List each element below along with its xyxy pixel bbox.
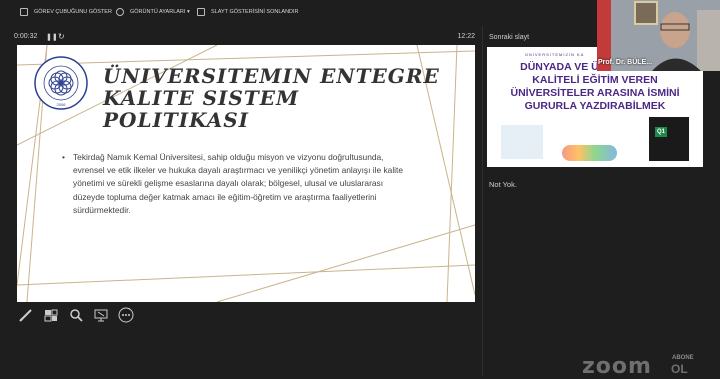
university-logo: 2006 — [34, 56, 88, 110]
display-settings-label: GÖRÜNTÜ AYARLARI ▾ — [130, 9, 190, 15]
panel-divider — [482, 26, 483, 376]
elapsed-timer: 0:00:32 — [14, 33, 38, 40]
next-slide-map-image — [501, 125, 543, 159]
pen-icon[interactable] — [18, 307, 34, 323]
show-taskbar-button[interactable]: GÖREV ÇUBUĞUNU GÖSTER — [20, 8, 112, 16]
speaker-notes: Not Yok. — [489, 180, 517, 189]
zoom-magnifier-icon[interactable] — [68, 307, 84, 323]
logo-year: 2006 — [57, 102, 67, 107]
next-slide-ranking-card — [649, 117, 689, 161]
current-slide[interactable]: 2006 Üniversitemin Entegre Kalite Sistem… — [17, 45, 475, 302]
next-slide-q1-badge: Q1 — [655, 127, 667, 137]
more-options-icon[interactable] — [118, 307, 134, 323]
next-slide-top-text: ÜNİVERSİTEMİZİN KA — [525, 52, 585, 57]
show-taskbar-label: GÖREV ÇUBUĞUNU GÖSTER — [34, 9, 112, 15]
restart-timer-icon[interactable]: ↻ — [58, 32, 65, 41]
pause-icon[interactable]: ❚❚ — [46, 33, 58, 41]
see-all-slides-icon[interactable] — [43, 307, 59, 323]
display-settings-button[interactable]: GÖRÜNTÜ AYARLARI ▾ — [116, 8, 190, 16]
presenter-toolbar: GÖREV ÇUBUĞUNU GÖSTER GÖRÜNTÜ AYARLARI ▾… — [0, 0, 590, 26]
end-slideshow-label: SLAYT GÖSTERİSİNİ SONLANDIR — [211, 9, 299, 15]
next-slide-label: Sonraki slayt — [489, 34, 530, 41]
participant-name: Prof. Dr. BÜLE... — [598, 59, 653, 66]
subscribe-ol-watermark: OL — [671, 362, 688, 376]
slide-bullet-text: Tekirdağ Namık Kemal Üniversitesi, sahip… — [62, 151, 413, 217]
subscribe-watermark: ABONE — [672, 355, 694, 361]
slide-title: Üniversitemin Entegre Kalite Sistem Poli… — [103, 64, 440, 132]
display-settings-icon — [116, 8, 124, 16]
taskbar-icon — [20, 8, 28, 16]
pointer-options-icon[interactable] — [93, 307, 109, 323]
end-slideshow-button[interactable]: SLAYT GÖSTERİSİNİ SONLANDIR — [197, 8, 299, 16]
next-slide-world-map — [562, 145, 617, 161]
slide-tools — [18, 307, 134, 323]
current-time: 12:22 — [457, 33, 475, 40]
end-slideshow-icon — [197, 8, 205, 16]
zoom-watermark: zoom — [582, 354, 652, 379]
